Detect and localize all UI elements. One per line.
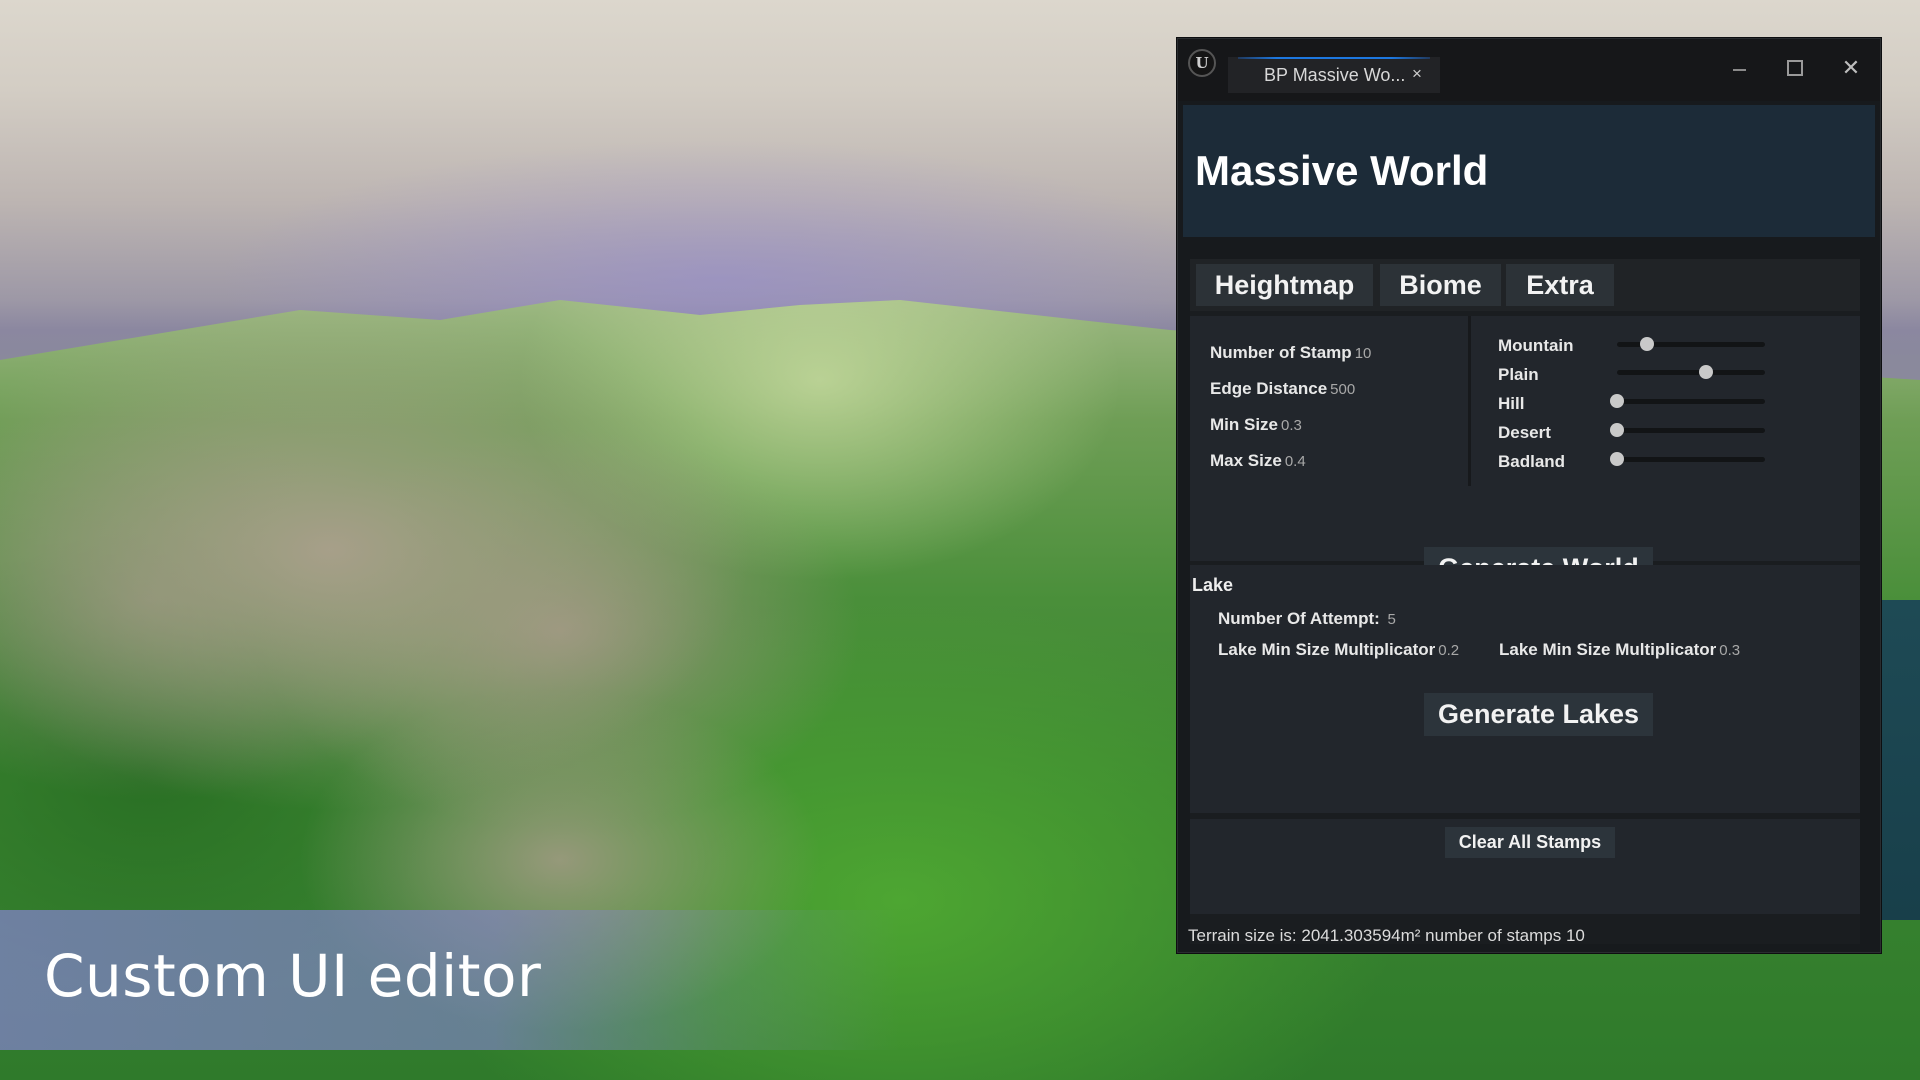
window-titlebar[interactable]: U BP Massive Wo... × ✕ bbox=[1178, 39, 1880, 101]
clear-section: Clear All Stamps bbox=[1190, 819, 1860, 914]
field-label: Edge Distance bbox=[1210, 379, 1328, 398]
biome-label-badland: Badland bbox=[1498, 452, 1566, 471]
field-lake-min-multiplicator[interactable]: Lake Min Size Multiplicator 0.2 bbox=[1218, 640, 1459, 660]
slider-track[interactable] bbox=[1617, 457, 1765, 462]
slider-thumb[interactable] bbox=[1610, 452, 1624, 466]
maximize-button[interactable] bbox=[1780, 53, 1810, 83]
field-value[interactable]: 500 bbox=[1330, 381, 1355, 398]
close-icon: ✕ bbox=[1841, 55, 1861, 81]
clear-all-stamps-button[interactable]: Clear All Stamps bbox=[1445, 827, 1615, 858]
field-label: Max Size bbox=[1210, 451, 1282, 470]
field-label: Number of Stamp bbox=[1210, 343, 1352, 362]
tab-extra[interactable]: Extra bbox=[1506, 264, 1614, 306]
field-value[interactable]: 0.2 bbox=[1438, 642, 1459, 659]
field-edge-distance[interactable]: Edge Distance 500 bbox=[1210, 379, 1355, 399]
minimize-icon bbox=[1732, 69, 1746, 71]
field-min-size[interactable]: Min Size 0.3 bbox=[1210, 415, 1302, 435]
status-bar-text: Terrain size is: 2041.303594m² number of… bbox=[1188, 926, 1585, 945]
slider-mountain[interactable] bbox=[1617, 337, 1765, 353]
slider-track[interactable] bbox=[1617, 428, 1765, 433]
tab-active-indicator bbox=[1238, 57, 1430, 59]
generate-lakes-button[interactable]: Generate Lakes bbox=[1424, 693, 1653, 736]
ocean-strip bbox=[1880, 600, 1920, 920]
column-divider bbox=[1468, 316, 1471, 486]
heightmap-section: Number of Stamp 10 Edge Distance 500 Min S… bbox=[1190, 316, 1860, 590]
maximize-icon bbox=[1787, 60, 1803, 76]
close-window-button[interactable]: ✕ bbox=[1836, 53, 1866, 83]
slider-track[interactable] bbox=[1617, 399, 1765, 404]
field-label: Lake Min Size Multiplicator bbox=[1499, 640, 1717, 659]
editor-window: U BP Massive Wo... × ✕ Massive World Hei… bbox=[1177, 38, 1881, 953]
field-value[interactable]: 0.3 bbox=[1719, 642, 1740, 659]
tool-panel: Heightmap Biome Extra Number of Stamp 10 … bbox=[1190, 259, 1860, 944]
slider-desert[interactable] bbox=[1610, 423, 1765, 439]
minimize-button[interactable] bbox=[1724, 53, 1754, 83]
slider-badland[interactable] bbox=[1610, 452, 1765, 468]
slider-thumb[interactable] bbox=[1639, 337, 1654, 351]
document-tab[interactable]: BP Massive Wo... × bbox=[1228, 57, 1440, 93]
biome-label-hill: Hill bbox=[1498, 394, 1525, 413]
field-value[interactable]: 0.3 bbox=[1281, 417, 1302, 434]
tab-close-icon[interactable]: × bbox=[1412, 64, 1422, 84]
field-max-size[interactable]: Max Size 0.4 bbox=[1210, 451, 1306, 471]
slider-thumb[interactable] bbox=[1610, 423, 1624, 437]
slider-hill[interactable] bbox=[1610, 394, 1765, 410]
unreal-engine-logo-icon[interactable]: U bbox=[1188, 49, 1216, 77]
tab-bar: Heightmap Biome Extra bbox=[1190, 259, 1860, 311]
slider-plain[interactable] bbox=[1617, 365, 1765, 381]
page-title: Massive World bbox=[1195, 147, 1489, 194]
document-tab-label: BP Massive Wo... bbox=[1264, 65, 1406, 85]
field-label: Number Of Attempt: bbox=[1218, 609, 1380, 628]
biome-label-desert: Desert bbox=[1498, 423, 1551, 442]
field-lake-max-multiplicator[interactable]: Lake Min Size Multiplicator 0.3 bbox=[1499, 640, 1740, 660]
field-value[interactable]: 10 bbox=[1355, 345, 1372, 362]
field-number-of-stamp[interactable]: Number of Stamp 10 bbox=[1210, 343, 1371, 363]
tab-biome[interactable]: Biome bbox=[1380, 264, 1501, 306]
biome-label-mountain: Mountain bbox=[1498, 336, 1574, 355]
slider-thumb[interactable] bbox=[1610, 394, 1624, 408]
biome-label-plain: Plain bbox=[1498, 365, 1539, 384]
lake-section: Lake Number Of Attempt: 5 Lake Min Size … bbox=[1190, 565, 1860, 813]
lake-section-title: Lake bbox=[1192, 575, 1234, 595]
field-label: Lake Min Size Multiplicator bbox=[1218, 640, 1436, 659]
field-label: Min Size bbox=[1210, 415, 1279, 434]
slider-thumb[interactable] bbox=[1698, 365, 1713, 379]
field-value[interactable]: 5 bbox=[1388, 611, 1396, 628]
field-number-of-attempt[interactable]: Number Of Attempt: 5 bbox=[1218, 609, 1396, 629]
field-value[interactable]: 0.4 bbox=[1285, 453, 1306, 470]
caption-text: Custom UI editor bbox=[44, 942, 542, 1010]
header-panel: Massive World bbox=[1183, 105, 1875, 237]
slider-track[interactable] bbox=[1617, 370, 1765, 375]
tab-heightmap[interactable]: Heightmap bbox=[1196, 264, 1373, 306]
